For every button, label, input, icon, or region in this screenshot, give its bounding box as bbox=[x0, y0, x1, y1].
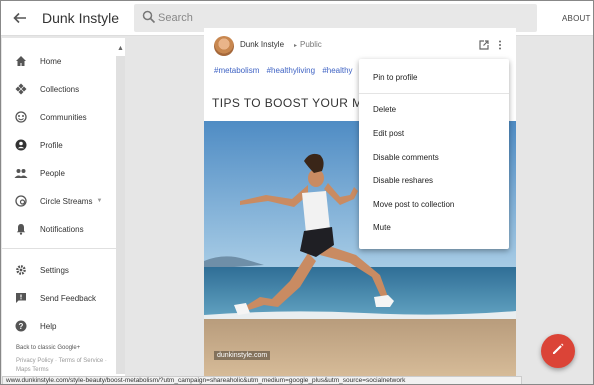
hashtag[interactable]: #healthy bbox=[322, 66, 352, 75]
chevron-down-icon[interactable]: ▼ bbox=[96, 198, 102, 204]
sidebar-item-label: Collections bbox=[40, 84, 80, 94]
sidebar-item-profile[interactable]: Profile bbox=[2, 134, 116, 156]
home-icon bbox=[14, 54, 28, 68]
visibility-label: Public bbox=[300, 40, 322, 49]
sidebar-item-label: Send Feedback bbox=[40, 293, 97, 303]
sidebar-item-label: Home bbox=[40, 56, 62, 66]
open-external-icon[interactable] bbox=[478, 39, 490, 51]
sidebar-item-label: Notifications bbox=[40, 224, 84, 234]
circles-icon bbox=[14, 194, 28, 208]
post-visibility: ▸ Public bbox=[294, 40, 322, 49]
communities-icon bbox=[14, 110, 28, 124]
menu-item-mute[interactable]: Mute bbox=[359, 218, 509, 238]
more-vert-icon[interactable] bbox=[494, 39, 506, 51]
sidebar-item-label: Circle Streams bbox=[40, 196, 93, 206]
help-icon: ? bbox=[14, 319, 28, 333]
hashtag[interactable]: #healthyliving bbox=[267, 66, 315, 75]
sidebar-item-home[interactable]: Home bbox=[2, 50, 116, 72]
sidebar-item-label: Communities bbox=[40, 112, 87, 122]
sidebar: Home Collections Communities Profile Peo… bbox=[2, 38, 125, 376]
avatar[interactable] bbox=[214, 36, 234, 56]
page-title: Dunk Instyle bbox=[42, 10, 120, 26]
post-author[interactable]: Dunk Instyle bbox=[240, 40, 284, 49]
menu-item-edit-post[interactable]: Edit post bbox=[359, 124, 509, 144]
menu-item-delete[interactable]: Delete bbox=[359, 100, 509, 120]
profile-icon bbox=[14, 138, 28, 152]
collections-icon bbox=[14, 82, 28, 96]
footer-links[interactable]: Privacy Policy · Terms of Service · Maps… bbox=[16, 357, 110, 375]
post-options-menu: Pin to profile Delete Edit post Disable … bbox=[359, 59, 509, 249]
compose-button[interactable] bbox=[541, 334, 575, 368]
feedback-icon bbox=[14, 291, 28, 305]
hashtag-list: #metabolism #healthyliving #healthy bbox=[214, 66, 358, 75]
sidebar-item-notifications[interactable]: Notifications bbox=[2, 218, 116, 240]
menu-item-move-to-collection[interactable]: Move post to collection bbox=[359, 195, 509, 215]
menu-item-disable-reshares[interactable]: Disable reshares bbox=[359, 171, 509, 191]
sidebar-item-people[interactable]: People bbox=[2, 162, 116, 184]
sidebar-item-communities[interactable]: Communities bbox=[2, 106, 116, 128]
gear-icon bbox=[14, 263, 28, 277]
menu-item-pin-to-profile[interactable]: Pin to profile bbox=[359, 68, 509, 88]
classic-link[interactable]: Back to classic Google+ bbox=[16, 345, 80, 351]
status-bar-url: www.dunkinstyle.com/style-beauty/boost-m… bbox=[2, 376, 522, 385]
people-icon bbox=[14, 166, 28, 180]
sidebar-item-label: Settings bbox=[40, 265, 69, 275]
sidebar-item-help[interactable]: ? Help bbox=[2, 315, 116, 337]
search-input[interactable] bbox=[158, 8, 528, 28]
sidebar-item-settings[interactable]: Settings bbox=[2, 259, 116, 281]
sidebar-scrollbar[interactable] bbox=[116, 56, 125, 374]
menu-divider bbox=[359, 93, 509, 94]
image-watermark: dunkinstyle.com bbox=[214, 351, 271, 360]
hashtag[interactable]: #metabolism bbox=[214, 66, 259, 75]
about-link[interactable]: ABOUT bbox=[562, 14, 591, 23]
back-arrow-icon[interactable] bbox=[10, 8, 30, 28]
sidebar-item-label: Help bbox=[40, 321, 57, 331]
sidebar-item-label: Profile bbox=[40, 140, 63, 150]
search-icon bbox=[142, 10, 158, 26]
scroll-up-arrow-icon[interactable]: ▲ bbox=[116, 44, 125, 54]
pencil-icon bbox=[551, 342, 565, 361]
sidebar-item-circle-streams[interactable]: Circle Streams ▼ bbox=[2, 190, 116, 212]
arrow-right-icon: ▸ bbox=[294, 43, 298, 49]
sidebar-divider bbox=[2, 248, 116, 249]
menu-item-disable-comments[interactable]: Disable comments bbox=[359, 148, 509, 168]
bell-icon bbox=[14, 222, 28, 236]
sidebar-item-label: People bbox=[40, 168, 65, 178]
sidebar-item-send-feedback[interactable]: Send Feedback bbox=[2, 287, 116, 309]
sidebar-item-collections[interactable]: Collections bbox=[2, 78, 116, 100]
svg-text:?: ? bbox=[19, 322, 24, 331]
